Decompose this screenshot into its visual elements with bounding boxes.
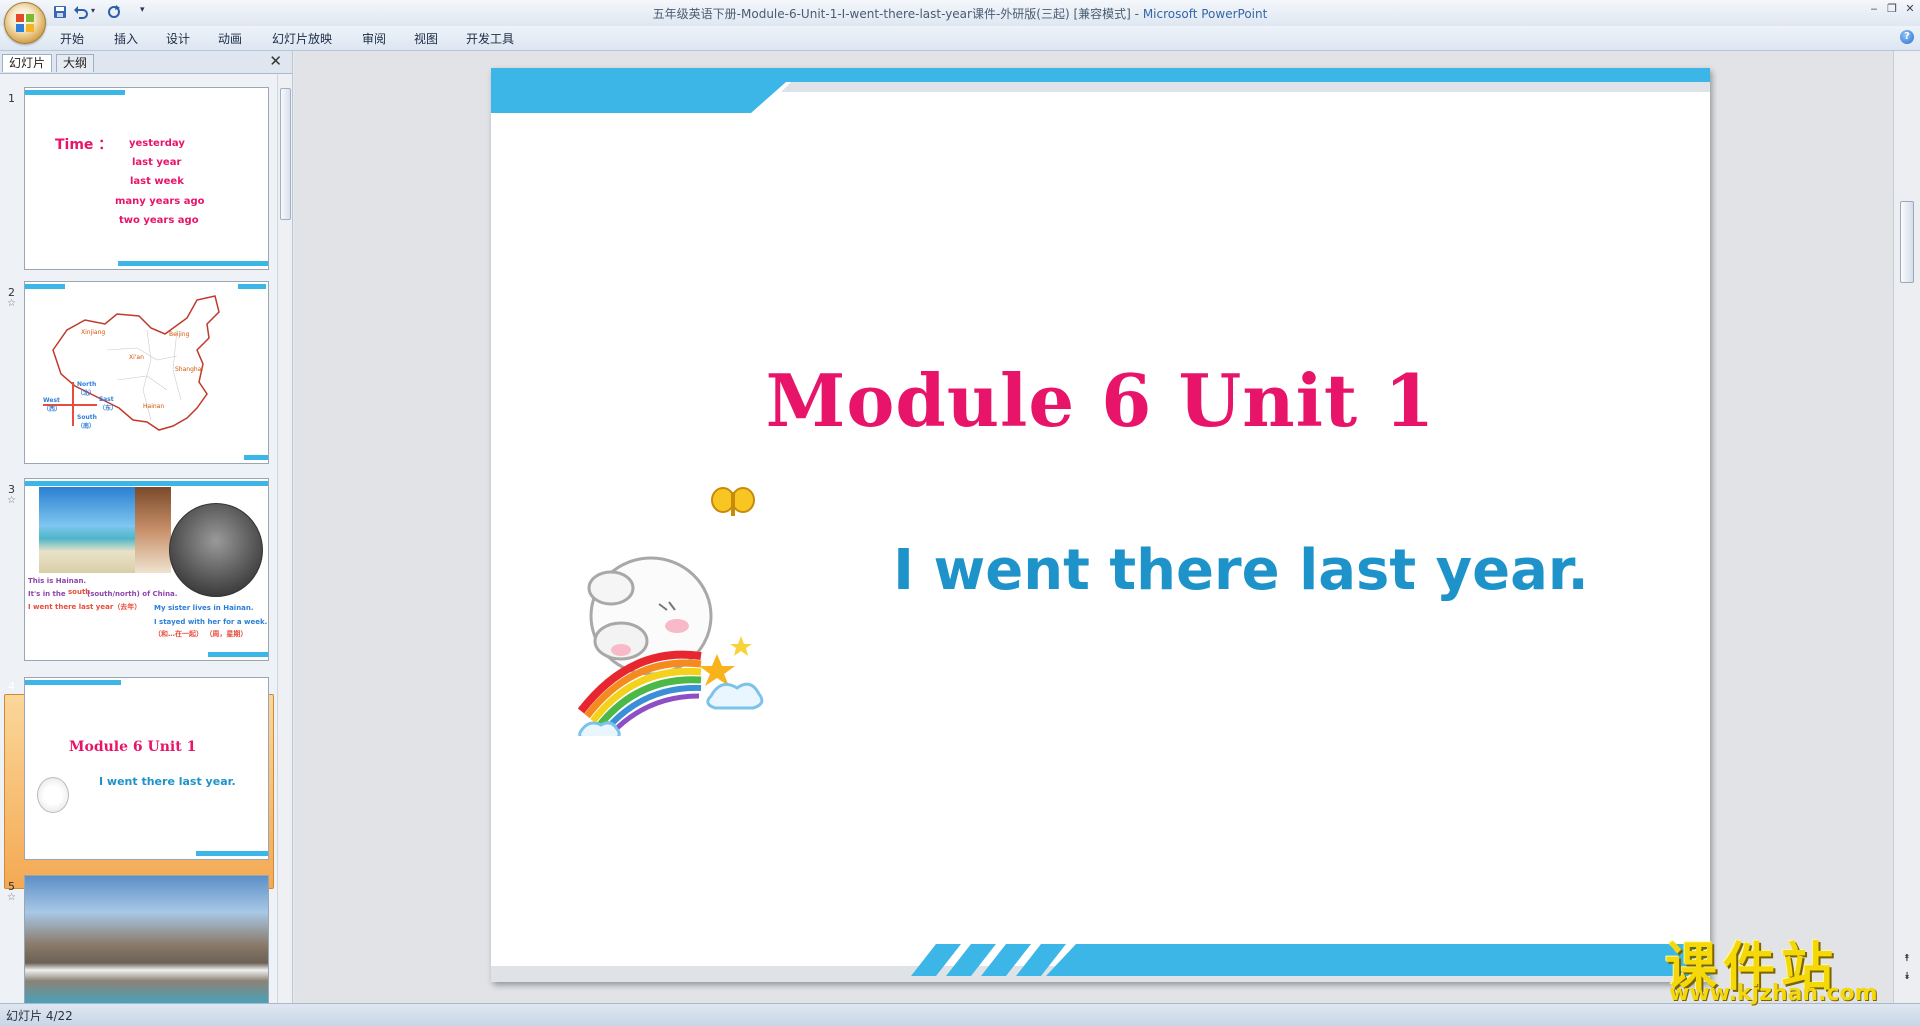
slide-counter: 幻灯片 4/22 (6, 1009, 73, 1023)
compass-west: West (43, 397, 60, 404)
map-label: Shanghai (175, 366, 204, 373)
tab-insert[interactable]: 插入 (114, 30, 138, 47)
thumbnail-top-bar (238, 284, 266, 289)
slide-title: Module 6 Unit 1 (765, 358, 1436, 443)
slide-canvas: Module 6 Unit 1 I went there last year. (294, 51, 1894, 1003)
map-label: Hainan (143, 403, 165, 410)
thumbnail-text: （和…在一起） （周，星期） (154, 630, 248, 638)
slide-thumbnail-5[interactable] (24, 875, 269, 1003)
thumbnail-top-bar (25, 481, 268, 486)
person-photo (135, 487, 171, 573)
animation-star-icon: ☆ (7, 298, 16, 309)
window-title: 五年级英语下册-Module-6-Unit-1-I-went-there-las… (0, 5, 1920, 22)
slide-subtitle: I went there last year. (893, 538, 1589, 603)
thumbnail-bottom-bar (244, 455, 268, 460)
map-label: Xi'an (129, 354, 144, 361)
slide-thumbnail-2[interactable]: Xinjiang Beijing Xi'an Shanghai Hainan N… (24, 281, 269, 464)
thumbnail-text: (south/north) of China. (87, 590, 178, 598)
time-label: Time ： (55, 137, 113, 153)
mascot-image (577, 487, 764, 736)
close-pane-icon[interactable]: ✕ (269, 53, 282, 70)
tab-outline[interactable]: 大纲 (56, 54, 95, 72)
animation-star-icon: ☆ (7, 892, 16, 903)
thumbnail-bottom-bar (118, 261, 268, 266)
time-item: many years ago (115, 196, 205, 207)
ribbon-tab-bar: 开始 插入 设计 动画 幻灯片放映 审阅 视图 开发工具 ? (0, 26, 1920, 51)
tab-slide-show[interactable]: 幻灯片放映 (272, 30, 332, 47)
tab-design[interactable]: 设计 (166, 30, 190, 47)
compass-south: South (77, 414, 97, 421)
slide-thumbnail-4[interactable]: Module 6 Unit 1 I went there last year. (24, 677, 269, 860)
pane-scrollbar[interactable] (277, 74, 292, 1003)
current-slide[interactable]: Module 6 Unit 1 I went there last year. (491, 68, 1710, 982)
thumbnail-top-bar (25, 284, 65, 289)
time-item: yesterday (129, 138, 185, 149)
compass-west-cn: （西） (43, 406, 62, 413)
title-separator: - (1130, 7, 1143, 21)
thumbnail-bottom-bar (208, 652, 268, 657)
mascot-thumbnail-image (37, 777, 69, 813)
thumbnail-text: I stayed with her for a week. (154, 618, 268, 626)
watermark-url: www.kjzhan.com (1669, 981, 1878, 1006)
time-item: two years ago (119, 215, 199, 226)
slide-thumbnail-1[interactable]: Time ： yesterday last year last week man… (24, 87, 269, 270)
document-title: 五年级英语下册-Module-6-Unit-1-I-went-there-las… (652, 7, 1131, 21)
help-icon[interactable]: ? (1900, 30, 1914, 44)
slide-number: 4 (8, 680, 15, 693)
tab-slides[interactable]: 幻灯片 (2, 54, 53, 72)
map-label: Beijing (169, 331, 190, 338)
compass-east-cn: （东） (99, 405, 118, 412)
slide-number: 1 (8, 92, 15, 105)
thumbnail-text: This is Hainan. (28, 577, 87, 585)
thumbnail-text: It's in the (28, 590, 66, 598)
thumbnail-list: 1 Time ： yesterday last year last week m… (0, 74, 276, 1003)
time-item: last year (132, 157, 182, 168)
thumbnail-top-bar (25, 90, 125, 95)
office-button[interactable] (4, 2, 46, 44)
thumbnail-text: My sister lives in Hainan. (154, 604, 254, 612)
app-name: Microsoft PowerPoint (1142, 7, 1268, 21)
tab-developer[interactable]: 开发工具 (466, 30, 514, 47)
pane-tab-bar: 幻灯片 大纲 ✕ (0, 51, 292, 74)
temple-photo (169, 503, 263, 597)
slide-thumbnail-3[interactable]: This is Hainan. It's in the south (south… (24, 478, 269, 661)
thumbnail-title: Module 6 Unit 1 (69, 739, 197, 755)
title-bar: ▾ ▾ 五年级英语下册-Module-6-Unit-1-I-went-there… (0, 0, 1920, 44)
compass-south-cn: （南） (77, 423, 96, 430)
mountain-lake-photo (25, 876, 268, 1003)
close-window-icon[interactable]: ✕ (1902, 2, 1918, 16)
map-label: Xinjiang (81, 329, 106, 336)
status-bar: 幻灯片 4/22 (0, 1003, 1920, 1026)
watermark-logo: 课件站 www.kjzhan.com (1665, 925, 1905, 1006)
thumbnail-subtitle: I went there last year. (99, 775, 236, 788)
compass-north: North (77, 381, 97, 388)
beach-photo (39, 487, 135, 573)
slide-bottom-banner (491, 944, 1710, 982)
pane-scrollbar-thumb[interactable] (280, 88, 291, 220)
animation-star-icon: ☆ (7, 495, 16, 506)
tab-review[interactable]: 审阅 (362, 30, 386, 47)
thumbnail-top-bar (25, 680, 121, 685)
compass-east: East (99, 396, 114, 403)
compass-north-cn: （北） (77, 390, 96, 397)
office-logo-icon (16, 14, 34, 32)
thumbnail-text: I went there last year（去年） (28, 603, 142, 611)
canvas-scrollbar[interactable]: ⯭ ⯯ (1893, 51, 1920, 1003)
tab-animations[interactable]: 动画 (218, 30, 242, 47)
tab-view[interactable]: 视图 (414, 30, 438, 47)
thumbnail-bottom-bar (196, 851, 268, 856)
minimize-icon[interactable]: ‒ (1866, 2, 1882, 16)
time-item: last week (130, 176, 184, 187)
slides-pane: 幻灯片 大纲 ✕ 1 Time ： yesterday last year la… (0, 51, 293, 1003)
canvas-scrollbar-thumb[interactable] (1900, 201, 1914, 283)
restore-icon[interactable]: ❐ (1884, 2, 1900, 16)
compass-vertical-line (72, 382, 74, 426)
slide-top-banner (491, 68, 1710, 113)
tab-home[interactable]: 开始 (60, 30, 84, 47)
